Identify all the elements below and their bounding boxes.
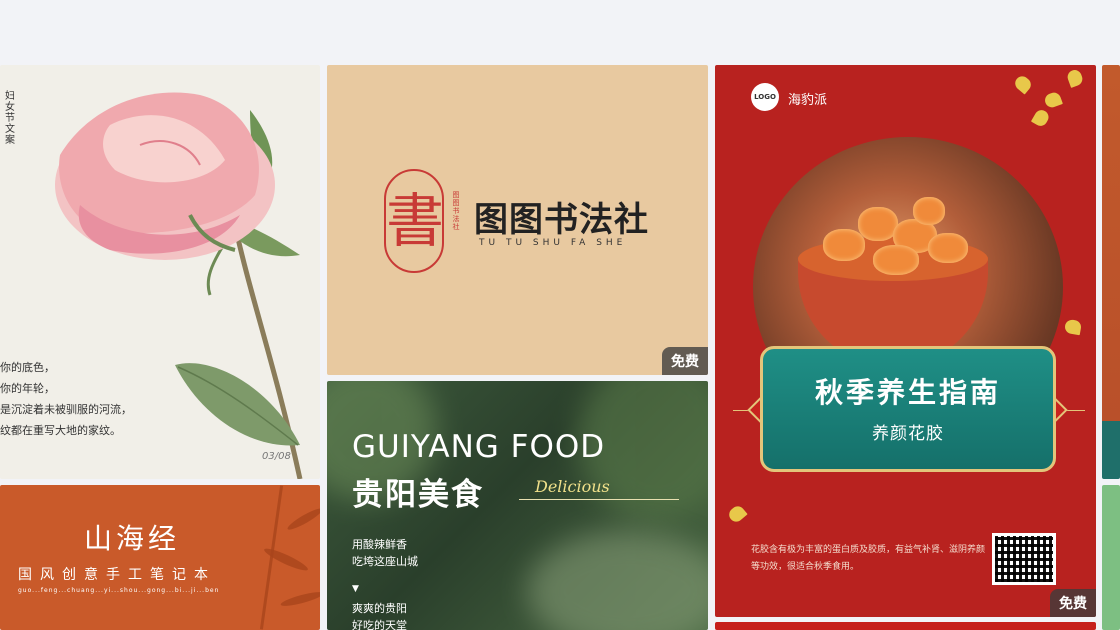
date-label: 03/08 [262,451,291,462]
template-card-guiyang-food[interactable]: GUIYANG FOOD 贵阳美食 Delicious 用酸辣鲜香 吃垮这座山城… [327,381,708,630]
title-english: GUIYANG FOOD [352,429,606,465]
description-text: 花胶含有极为丰富的蛋白质及胶质，有益气补肾、滋阴养颜等功效，很适合秋季食用。 [751,545,986,572]
poster-title: 秋季养生指南 [814,376,1001,409]
template-card-autumn-health[interactable]: LOGO 海豹派 秋季养生指南 养颜花胶 花胶含有极为丰富的蛋白质及胶质，有益气… [715,65,1096,617]
pinyin-text: guo...feng...chuang...yi...shou...gong..… [18,587,220,594]
brand-name: 图图书法社 [474,200,649,240]
down-arrow-icon: ▼ [352,584,359,594]
title-chinese: 贵阳美食 [352,477,484,513]
underline-divider [519,499,679,500]
poster-subtitle: 养颜花胶 [872,424,944,444]
ginkgo-leaf-decoration [1012,73,1034,95]
script-text: Delicious [535,477,610,496]
top-toolbar-area [0,0,1120,64]
tagline-line: 爽爽的贵阳 [352,602,407,615]
bamboo-decoration [285,505,320,533]
tagline-line: 好吃的天堂 [352,619,407,630]
template-card-shanhai-notebook[interactable]: 山海经 国风创意手工笔记本 guo...feng...chuang...yi..… [0,485,320,630]
title-panel: 秋季养生指南 养颜花胶 [760,346,1056,472]
tagline-line: 用酸辣鲜香 [352,538,407,551]
bamboo-decoration [279,589,320,609]
notebook-title: 山海经 [84,522,181,555]
tagline-2: 爽爽的贵阳 好吃的天堂 [352,600,407,630]
brand-name: 海豹派 [788,93,828,108]
seal-logo: 書 [384,169,444,273]
gel-piece [873,245,919,275]
free-badge: 免费 [1050,589,1096,617]
template-card-partial-right-top[interactable] [1102,65,1120,479]
poem-text: 你的底色， 你的年轮， 是沉淀着未被驯服的河流， 纹都在重写大地的家纹。 [0,361,132,437]
vertical-title: 妇女节文案 [5,91,15,146]
gel-piece [858,207,898,241]
notebook-subtitle: 国风创意手工笔记本 [18,567,216,583]
tagline-line: 吃垮这座山城 [352,555,418,568]
gel-piece [928,233,968,263]
tagline-1: 用酸辣鲜香 吃垮这座山城 [352,536,418,570]
ginkgo-leaf-decoration [1043,90,1063,110]
gel-piece [913,197,945,225]
free-badge: 免费 [662,347,708,375]
ginkgo-leaf-decoration [726,503,748,525]
logo-badge: LOGO [751,83,779,111]
template-card-partial-right-bottom[interactable] [1102,485,1120,630]
ginkgo-leaf-decoration [1030,107,1052,129]
template-card-peony[interactable]: 妇女节文案 你的底色， 你的年轮， 是沉淀着未被驯服的河流， 纹都在重写大地的家… [0,65,320,479]
background-foliage [527,531,708,630]
gel-piece [823,229,865,261]
template-card-calligraphy[interactable]: 書 图图书法社 图图书法社 TU TU SHU FA SHE 免费 [327,65,708,375]
qr-code [992,533,1056,585]
ginkgo-leaf-decoration [1065,68,1085,88]
brand-name-en: TU TU SHU FA SHE [479,238,627,248]
ginkgo-leaf-decoration [1063,318,1083,336]
template-card-partial-bottom[interactable] [715,622,1096,630]
seal-subtext: 图图书法社 [452,191,460,231]
